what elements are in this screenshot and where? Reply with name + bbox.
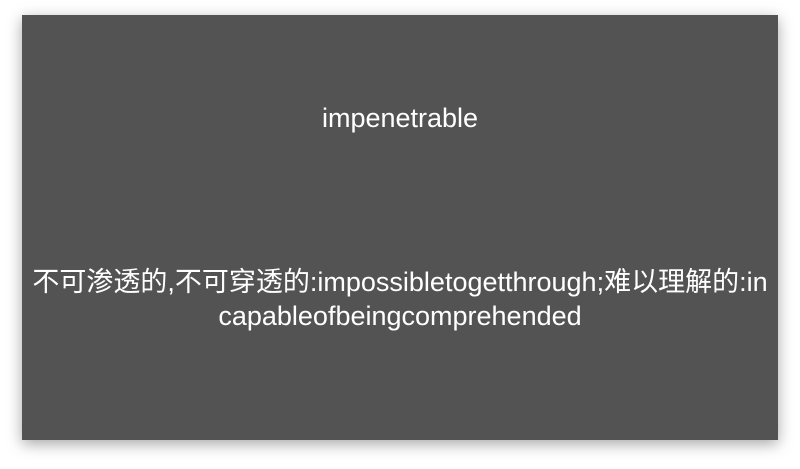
flashcard[interactable]: impenetrable 不可渗透的,不可穿透的:impossibletoget… (22, 15, 778, 440)
card-word: impenetrable (321, 103, 479, 133)
card-definition: 不可渗透的,不可穿透的:impossibletogetthrough;难以理解的… (32, 267, 768, 331)
